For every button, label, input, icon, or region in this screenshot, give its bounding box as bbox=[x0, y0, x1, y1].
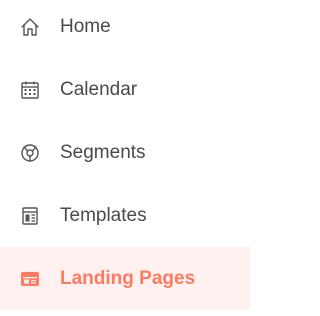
landing-page-icon bbox=[19, 268, 41, 290]
sidebar-item-label: Landing Pages bbox=[60, 267, 196, 289]
calendar-icon bbox=[19, 79, 41, 101]
sidebar-nav: Home Calendar Segments Templates Landing… bbox=[0, 0, 250, 316]
segments-icon bbox=[19, 142, 41, 164]
sidebar-item-segments[interactable]: Segments bbox=[0, 122, 250, 184]
sidebar-item-home[interactable]: Home bbox=[0, 0, 250, 58]
sidebar-item-label: Home bbox=[60, 16, 111, 37]
sidebar-item-calendar[interactable]: Calendar bbox=[0, 59, 250, 121]
home-icon bbox=[19, 16, 41, 38]
sidebar-item-label: Segments bbox=[60, 142, 146, 163]
sidebar-item-templates[interactable]: Templates bbox=[0, 185, 250, 247]
templates-icon bbox=[19, 205, 41, 227]
sidebar-item-landing-pages[interactable]: Landing Pages bbox=[0, 247, 250, 310]
sidebar-item-label: Calendar bbox=[60, 79, 138, 100]
sidebar-item-label: Templates bbox=[60, 205, 147, 226]
